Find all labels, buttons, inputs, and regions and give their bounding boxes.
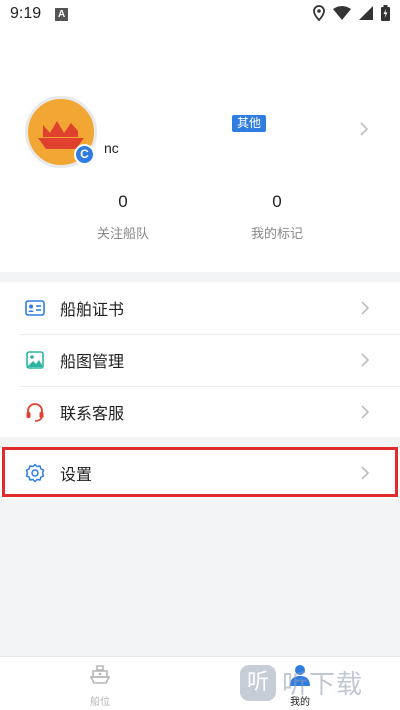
battery-icon bbox=[381, 5, 390, 21]
status-bar: 9:19 A bbox=[0, 0, 400, 28]
settings-group: 设置 bbox=[0, 447, 400, 499]
wifi-icon bbox=[333, 6, 351, 20]
verified-badge: C bbox=[74, 144, 95, 165]
chevron-right-icon bbox=[361, 353, 370, 367]
menu-item-contact-support[interactable]: 联系客服 bbox=[0, 386, 400, 438]
stat-followed-fleets[interactable]: 0 关注船队 bbox=[53, 192, 193, 242]
image-icon bbox=[25, 350, 45, 370]
menu-list: 船舶证书 船图管理 联系客服 bbox=[0, 282, 400, 437]
menu-item-label: 设置 bbox=[60, 465, 93, 484]
watermark-text: 听下载 bbox=[282, 670, 364, 700]
chevron-right-icon bbox=[361, 301, 370, 315]
menu-item-label: 船舶证书 bbox=[60, 300, 125, 319]
stat-my-marks[interactable]: 0 我的标记 bbox=[207, 192, 347, 242]
menu-item-settings[interactable]: 设置 bbox=[0, 447, 400, 499]
certificate-icon bbox=[25, 298, 45, 318]
gear-icon bbox=[25, 463, 45, 483]
location-icon bbox=[313, 5, 325, 21]
stat-label: 关注船队 bbox=[96, 227, 149, 242]
menu-item-label: 联系客服 bbox=[60, 404, 125, 423]
status-icons bbox=[313, 5, 390, 21]
username: nc bbox=[104, 140, 119, 156]
headset-icon bbox=[25, 402, 45, 422]
chevron-right-icon bbox=[361, 466, 370, 480]
signal-icon bbox=[359, 6, 373, 20]
watermark-logo: 听 bbox=[240, 664, 276, 701]
stat-value: 0 bbox=[272, 192, 282, 211]
tab-ship-position[interactable]: 船位 bbox=[70, 663, 130, 708]
menu-item-ship-certificate[interactable]: 船舶证书 bbox=[0, 282, 400, 334]
menu-item-label: 船图管理 bbox=[60, 352, 125, 371]
stat-value: 0 bbox=[118, 192, 128, 211]
menu-item-ship-drawings[interactable]: 船图管理 bbox=[0, 334, 400, 386]
notification-icon: A bbox=[55, 7, 69, 21]
tab-label: 船位 bbox=[90, 697, 110, 708]
chevron-right-icon[interactable] bbox=[359, 121, 369, 137]
status-time: 9:19 bbox=[10, 5, 42, 22]
ship-icon bbox=[89, 665, 111, 684]
watermark: 听 听下载 bbox=[240, 664, 363, 701]
chevron-right-icon bbox=[361, 405, 370, 419]
user-type-badge: 其他 bbox=[232, 115, 267, 132]
profile-card[interactable]: C 其他 nc 0 关注船队 0 我的标记 bbox=[0, 28, 400, 272]
stat-label: 我的标记 bbox=[250, 227, 303, 242]
